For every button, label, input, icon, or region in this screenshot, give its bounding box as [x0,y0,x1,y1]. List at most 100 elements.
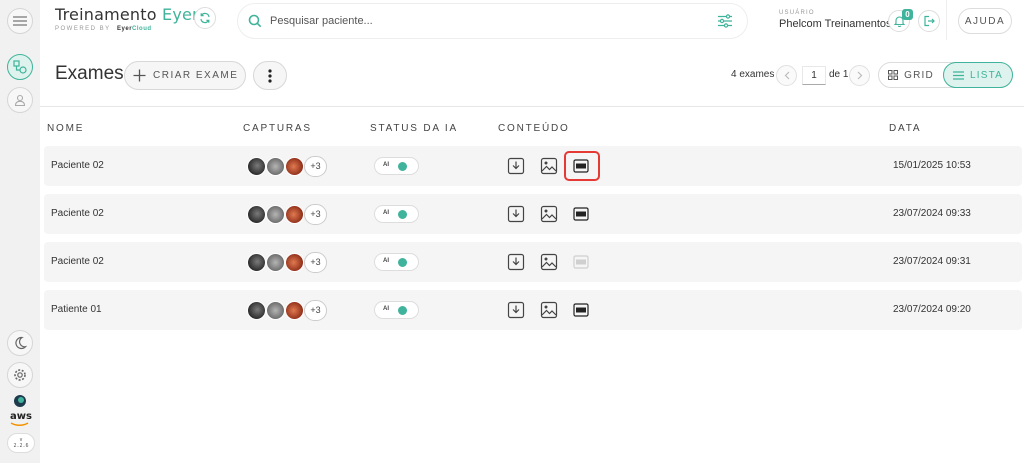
prev-page-button[interactable] [776,65,797,86]
gear-icon [14,369,26,381]
refresh-button[interactable] [194,7,216,29]
sidebar-item-patients[interactable] [7,87,33,113]
user-icon [14,94,26,106]
capture-thumbnail[interactable] [266,157,285,176]
ai-label: AI [383,162,389,168]
more-captures-badge[interactable]: +3 [304,252,327,273]
ai-status-badge: AI [374,157,419,175]
more-captures-badge[interactable]: +3 [304,300,327,321]
download-icon[interactable] [507,205,525,223]
dark-mode-toggle[interactable] [7,330,33,356]
aws-logo: aws [10,411,32,426]
search-input[interactable] [270,15,690,27]
download-icon[interactable] [507,157,525,175]
column-header-name[interactable]: NOME [47,123,84,134]
captures-thumbnails[interactable]: +3 [247,156,337,177]
table-row[interactable]: Paciente 02 +3 AI 23/07/2024 09:33 [44,194,1022,234]
moon-icon [15,336,27,350]
page-total: de 1 [829,69,849,80]
more-captures-badge[interactable]: +3 [304,156,327,177]
ai-status-badge: AI [374,301,419,319]
chevron-left-icon [784,71,789,80]
capture-thumbnail[interactable] [285,205,304,224]
plus-icon [133,69,146,82]
exams-icon [13,60,27,74]
pdf-highlight-box [564,151,600,181]
patient-name[interactable]: Paciente 02 [51,208,104,219]
menu-icon [13,16,27,26]
capture-thumbnail[interactable] [266,301,285,320]
user-name: Phelcom Treinamentos [779,18,892,30]
capture-thumbnail[interactable] [266,253,285,272]
capture-thumbnail[interactable] [266,205,285,224]
captures-thumbnails[interactable]: +3 [247,252,337,273]
sidebar-item-exams[interactable] [7,54,33,80]
capture-thumbnail[interactable] [285,157,304,176]
table-row[interactable]: Patiente 01 +3 AI 23/07/2024 09:20 [44,290,1022,330]
download-icon[interactable] [507,253,525,271]
sidebar: aws v 2.2.6 [0,0,40,463]
help-button[interactable]: AJUDA [958,8,1012,34]
refresh-icon [200,12,210,24]
download-icon[interactable] [507,301,525,319]
image-icon[interactable] [540,205,558,223]
patient-name[interactable]: Paciente 02 [51,256,104,267]
settings-button[interactable] [7,362,33,388]
capture-thumbnail[interactable] [285,253,304,272]
column-header-content: CONTEÚDO [498,123,570,134]
menu-button[interactable] [7,8,33,34]
exam-date: 23/07/2024 09:20 [893,304,971,315]
view-toggle: GRID LISTA [878,62,1013,88]
ai-label: AI [383,210,389,216]
version-badge: v 2.2.6 [7,433,35,453]
header-divider [946,0,947,40]
ai-label: AI [383,258,389,264]
capture-thumbnail[interactable] [247,205,266,224]
image-icon[interactable] [540,301,558,319]
pdf-icon[interactable] [573,206,589,222]
search-bar [237,3,748,39]
column-header-ai-status: STATUS DA IA [370,123,458,134]
user-label: USUÁRIO [779,10,815,16]
kebab-icon [268,68,272,83]
ai-label: AI [383,306,389,312]
patient-name[interactable]: Paciente 02 [51,160,104,171]
capture-thumbnail[interactable] [285,301,304,320]
capture-thumbnail[interactable] [247,301,266,320]
filter-button[interactable] [717,14,733,33]
user-info: USUÁRIO Phelcom Treinamentos [779,10,892,30]
next-page-button[interactable] [849,65,870,86]
create-exam-label: CRIAR EXAME [153,70,239,81]
pdf-icon[interactable] [573,302,589,318]
more-options-button[interactable] [253,61,287,90]
eyer-logo-icon [14,395,26,407]
image-icon[interactable] [540,157,558,175]
exam-count: 4 exames [731,69,775,80]
pdf-icon[interactable] [573,254,589,270]
logout-button[interactable] [918,10,940,32]
list-icon [952,70,964,80]
column-header-date[interactable]: DATA [889,123,921,134]
more-captures-badge[interactable]: +3 [304,204,327,225]
ai-status-dot [398,258,407,267]
grid-icon [888,70,899,80]
capture-thumbnail[interactable] [247,253,266,272]
captures-thumbnails[interactable]: +3 [247,300,337,321]
ai-status-dot [398,210,407,219]
table-row[interactable]: Paciente 02 +3 AI 15/01/2025 10:53 [44,146,1022,186]
captures-thumbnails[interactable]: +3 [247,204,337,225]
patient-name[interactable]: Patiente 01 [51,304,102,315]
page-title: Exames [55,63,124,84]
table-row[interactable]: Paciente 02 +3 AI 23/07/2024 09:31 [44,242,1022,282]
powered-by: POWERED BY EyerCloud [55,26,152,32]
page-number-input[interactable] [802,66,826,85]
view-grid-button[interactable]: GRID [879,63,943,87]
create-exam-button[interactable]: CRIAR EXAME [124,61,246,90]
ai-status-badge: AI [374,253,419,271]
capture-thumbnail[interactable] [247,157,266,176]
view-grid-label: GRID [904,69,934,81]
column-header-captures: CAPTURAS [243,123,312,134]
image-icon[interactable] [540,253,558,271]
chevron-right-icon [857,71,862,80]
view-list-button[interactable]: LISTA [943,62,1013,88]
